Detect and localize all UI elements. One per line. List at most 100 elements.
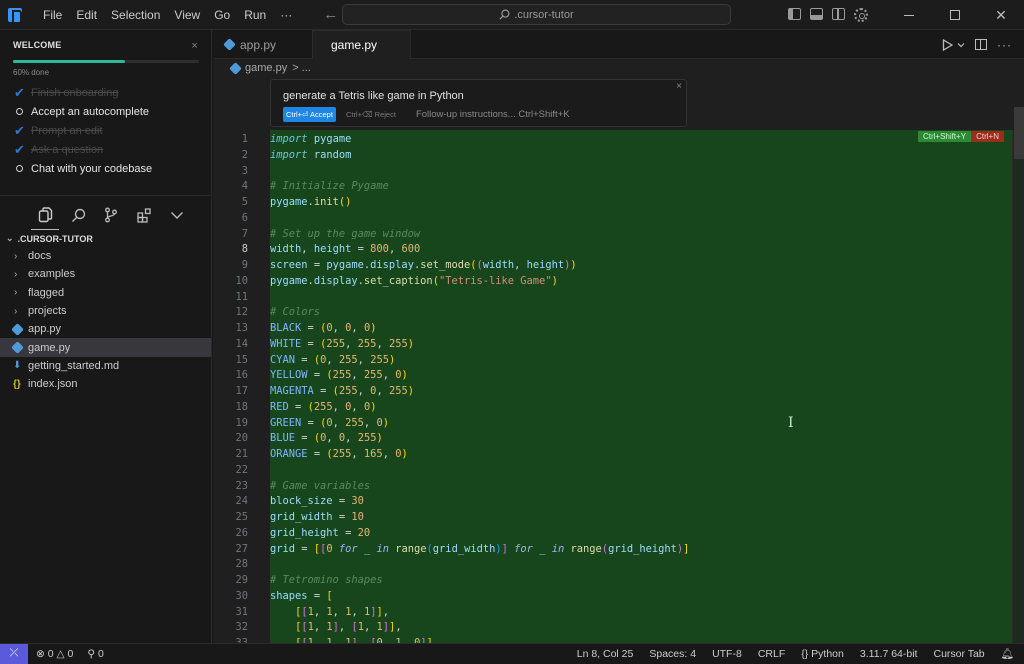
menu-go[interactable]: Go [207,0,237,30]
more-views-tab[interactable] [169,206,185,224]
code-line[interactable]: 4 # Initialize Pygame [213,179,1013,195]
code-line[interactable]: 7 # Set up the game window [213,227,1013,243]
code-line[interactable]: 19 GREEN = (0, 255, 0) [213,416,1013,432]
run-icon[interactable] [942,38,953,51]
problems-indicator[interactable]: ⊗ 0 △ 0 [36,648,73,660]
code-line[interactable]: 18 RED = (255, 0, 0) [213,400,1013,416]
indentation[interactable]: Spaces: 4 [649,648,696,660]
split-editor-icon[interactable] [975,39,987,50]
command-center-search[interactable]: .cursor-tutor [342,4,731,25]
menu-more[interactable]: ··· [273,0,299,30]
close-window-button[interactable]: ✕ [978,0,1024,30]
code-line[interactable]: 16 YELLOW = (255, 255, 0) [213,368,1013,384]
checklist-item[interactable]: ✔ Ask a question [13,140,198,159]
checklist-item[interactable]: Chat with your codebase [13,159,198,178]
tree-file-index-json[interactable]: {} index.json [0,375,211,393]
gear-icon[interactable] [854,8,868,22]
code-line[interactable]: 32 [[1, 1], [1, 1]], [213,620,1013,636]
menu-view[interactable]: View [167,0,207,30]
tab-app-py[interactable]: app.py [213,30,313,59]
code-line[interactable]: 31 [[1, 1, 1, 1]], [213,605,1013,621]
accept-button[interactable]: Ctrl+⏎ Accept [283,107,336,122]
menu-selection[interactable]: Selection [104,0,167,30]
tree-folder-docs[interactable]: › docs [0,247,211,265]
back-arrow-icon[interactable]: ← [323,6,338,23]
close-prompt-button[interactable]: × [676,81,682,92]
toggle-panel-icon[interactable] [810,8,823,20]
python-interpreter[interactable]: 3.11.7 64-bit [860,648,918,660]
tree-folder-projects[interactable]: › projects [0,302,211,320]
menu-edit[interactable]: Edit [69,0,104,30]
code-line[interactable]: 13 BLACK = (0, 0, 0) [213,321,1013,337]
code-editor[interactable]: 1 import pygame 2 import random 3 4 # Initiali… [213,130,1024,643]
tree-folder-examples[interactable]: › examples [0,265,211,283]
reject-button[interactable]: Ctrl+⌫ Reject [346,110,396,119]
code-line[interactable]: 3 [213,164,1013,180]
code-line[interactable]: 27 grid = [[0 for _ in range(grid_width)]… [213,542,1013,558]
code-line[interactable]: 12 # Colors [213,305,1013,321]
ports-indicator[interactable]: ⚲ 0 [87,648,103,660]
cursor-position[interactable]: Ln 8, Col 25 [577,648,634,660]
code-line[interactable]: 1 import pygame [213,132,1013,148]
accept-all-badge[interactable]: Ctrl+Shift+Y [917,131,972,142]
code-line[interactable]: 28 [213,557,1013,573]
language-mode[interactable]: {} Python [801,648,844,660]
code-line[interactable]: 29 # Tetromino shapes [213,573,1013,589]
code-line[interactable]: 26 grid_height = 20 [213,526,1013,542]
folder-label: docs [28,250,52,263]
code-line[interactable]: 10 pygame.display.set_caption("Tetris-lik… [213,274,1013,290]
breadcrumb-file[interactable]: game.py [245,62,287,74]
checklist-item[interactable]: ✔ Prompt an edit [13,121,198,140]
code-line[interactable]: 14 WHITE = (255, 255, 255) [213,337,1013,353]
code-line[interactable]: 6 [213,211,1013,227]
run-dropdown-chevron-icon[interactable] [957,42,965,48]
code-line[interactable]: 24 block_size = 30 [213,494,1013,510]
tab-game-py[interactable]: game.py [313,30,411,59]
code-line[interactable]: 15 CYAN = (0, 255, 255) [213,353,1013,369]
tree-file-getting-started-md[interactable]: ⬇ getting_started.md [0,357,211,375]
reject-all-badge[interactable]: Ctrl+N [971,131,1004,142]
toggle-secondary-sidebar-icon[interactable] [832,8,845,20]
encoding[interactable]: UTF-8 [712,648,742,660]
source-control-tab[interactable] [103,206,119,224]
breadcrumb-rest[interactable]: > ... [292,62,311,74]
extensions-tab[interactable] [136,206,152,224]
code-line[interactable]: 9 screen = pygame.display.set_mode((width… [213,258,1013,274]
more-actions-icon[interactable]: ··· [997,38,1012,52]
line-ending[interactable]: CRLF [758,648,785,660]
tree-folder-flagged[interactable]: › flagged [0,284,211,302]
line-number: 32 [235,621,248,634]
menu-run[interactable]: Run [237,0,273,30]
notifications-bell-icon[interactable]: 🔔︎ [1001,647,1014,660]
scrollbar-thumb[interactable] [1014,107,1024,159]
toggle-primary-sidebar-icon[interactable] [788,8,801,20]
menu-file[interactable]: File [36,0,69,30]
code-line[interactable]: 21 ORANGE = (255, 165, 0) [213,447,1013,463]
file-label: game.py [28,341,71,354]
tree-file-app-py[interactable]: app.py [0,320,211,338]
code-line[interactable]: 30 shapes = [ [213,589,1013,605]
code-line[interactable]: 22 [213,463,1013,479]
explorer-tab[interactable] [31,206,59,230]
code-line[interactable]: 8 width, height = 800, 600 [213,242,1013,258]
code-line[interactable]: 33 [[1, 1, 1], [0, 1, 0]], [213,636,1013,643]
followup-input[interactable]: Follow-up instructions... Ctrl+Shift+K [416,109,570,120]
code-line[interactable]: 2 import random [213,148,1013,164]
code-line[interactable]: 20 BLUE = (0, 0, 255) [213,431,1013,447]
explorer-root-folder[interactable]: ⌄ .CURSOR-TUTOR [0,230,211,247]
search-tab[interactable] [70,206,86,224]
editor-scrollbar[interactable] [1012,130,1024,643]
cursor-tab-status[interactable]: Cursor Tab [933,648,984,660]
welcome-close-button[interactable]: × [191,40,198,52]
remote-indicator-button[interactable]: ⤫ [0,643,28,664]
code-line[interactable]: 17 MAGENTA = (255, 0, 255) [213,384,1013,400]
tree-file-game-py[interactable]: game.py [0,338,211,357]
code-line[interactable]: 23 # Game variables [213,479,1013,495]
code-line[interactable]: 25 grid_width = 10 [213,510,1013,526]
maximize-button[interactable] [932,0,978,30]
checklist-item[interactable]: Accept an autocomplete [13,102,198,121]
checklist-item[interactable]: ✔ Finish onboarding [13,83,198,102]
code-line[interactable]: 11 [213,290,1013,306]
minimize-button[interactable] [886,0,932,30]
code-line[interactable]: 5 pygame.init() [213,195,1013,211]
